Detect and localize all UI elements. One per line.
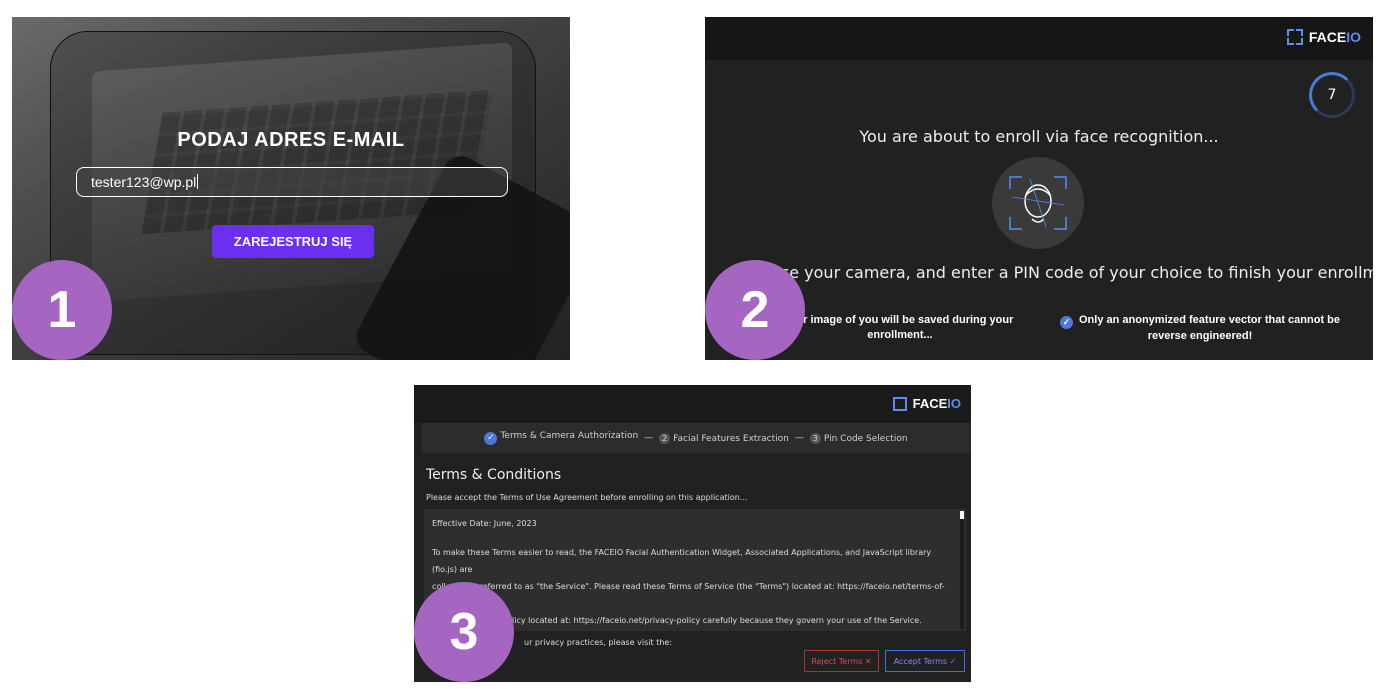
- face-scan-icon: [992, 157, 1084, 249]
- face-frame-icon: [1286, 29, 1303, 45]
- text-caret: [197, 174, 199, 189]
- step-separator: —: [644, 433, 654, 443]
- terms-description: Please accept the Terms of Use Agreement…: [426, 493, 748, 502]
- privacy-note-2: ✓ Only an anonymized feature vector that …: [1045, 313, 1355, 344]
- step-terms: ✓ Terms & Camera Authorization: [484, 431, 638, 445]
- step-separator: —: [794, 433, 804, 443]
- reject-terms-button[interactable]: Reject Terms ✕: [804, 650, 879, 672]
- privacy-note-1: o or image of you will be saved during y…: [786, 314, 1014, 341]
- enroll-instruction: face your camera, and enter a PIN code o…: [765, 263, 1373, 282]
- top-bar: [705, 17, 1373, 60]
- scrollbar-thumb[interactable]: [960, 511, 964, 519]
- terms-body-line-2: collectively referred to as "the Service…: [432, 582, 945, 608]
- privacy-line: ur privacy practices, please visit the:: [524, 638, 673, 647]
- enrollment-steps: ✓ Terms & Camera Authorization — 2 Facial …: [422, 423, 970, 453]
- effective-date: Effective Date: June, 2023: [432, 519, 537, 528]
- step-badge-1: 1: [12, 260, 112, 360]
- check-icon: ✓: [1060, 316, 1073, 329]
- step-pin-code: 3 Pin Code Selection: [809, 432, 908, 444]
- form-title: PODAJ ADRES E-MAIL: [177, 129, 405, 151]
- step-badge-2: 2: [705, 260, 805, 360]
- terms-title: Terms & Conditions: [426, 467, 562, 483]
- terms-scrollbar[interactable]: [960, 511, 964, 629]
- faceio-logo: FACEIO: [892, 396, 961, 411]
- enroll-intro-panel: FACEIO 7 You are about to enroll via fac…: [705, 17, 1373, 360]
- faceio-logo: FACEIO: [1286, 29, 1361, 45]
- terms-body-line-1: To make these Terms easier to read, the …: [432, 548, 932, 574]
- email-input[interactable]: tester123@wp.pl: [76, 167, 508, 197]
- enroll-heading: You are about to enroll via face recogni…: [859, 127, 1219, 146]
- face-frame-icon: [892, 396, 907, 411]
- step-badge-3: 3: [414, 582, 514, 682]
- step-facial-features: 2 Facial Features Extraction: [659, 432, 789, 444]
- accept-terms-button[interactable]: Accept Terms ✓: [885, 650, 965, 672]
- register-button[interactable]: ZAREJESTRUJ SIĘ: [212, 225, 374, 258]
- email-value: tester123@wp.pl: [91, 174, 197, 190]
- countdown-timer: 7: [1309, 72, 1355, 118]
- check-icon: ✓: [484, 432, 498, 445]
- top-bar: [414, 385, 971, 423]
